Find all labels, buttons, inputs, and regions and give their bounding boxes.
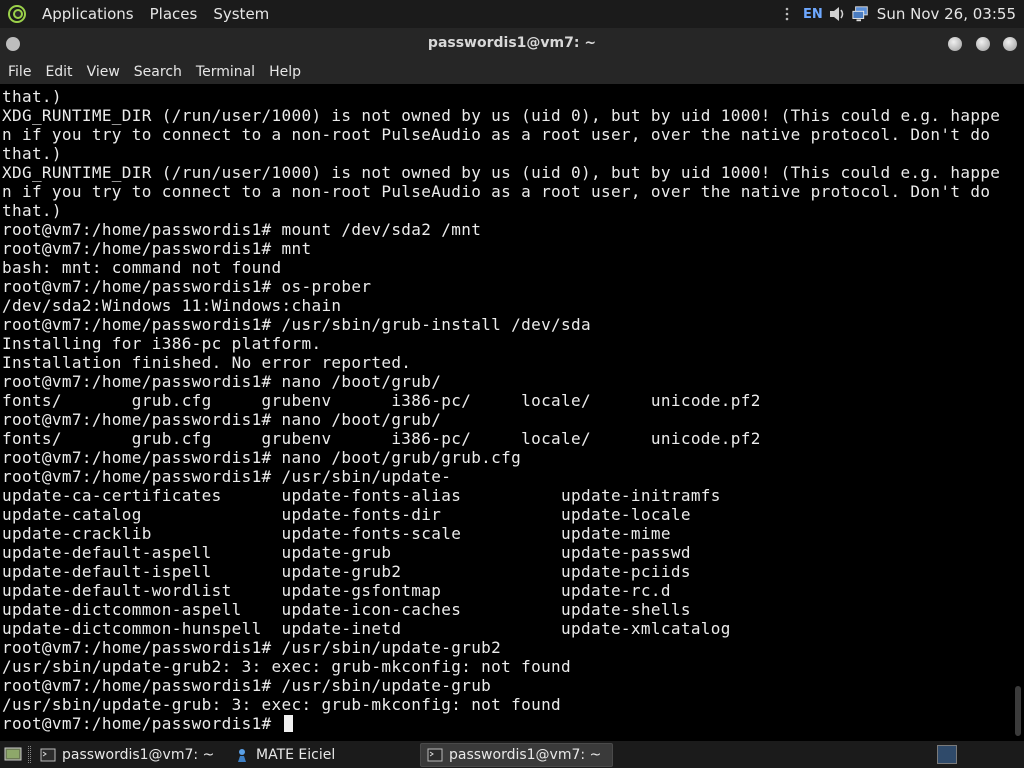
workspace-switcher-icon[interactable] xyxy=(937,745,957,764)
terminal-scrollbar[interactable] xyxy=(1012,84,1024,740)
terminal-menubar: File Edit View Search Terminal Help xyxy=(0,60,1024,84)
menu-file[interactable]: File xyxy=(0,60,38,84)
panel-separator xyxy=(28,746,31,763)
taskbar-item-label: passwordis1@vm7: ~ xyxy=(62,747,215,763)
terminal-line: XDG_RUNTIME_DIR (/run/user/1000) is not … xyxy=(2,163,1001,182)
terminal-line: n if you try to connect to a non-root Pu… xyxy=(2,182,991,201)
menu-view[interactable]: View xyxy=(80,60,127,84)
terminal-icon xyxy=(40,747,56,763)
clock[interactable]: Sun Nov 26, 03:55 xyxy=(877,5,1016,23)
terminal-line: root@vm7:/home/passwordis1# mount /dev/s… xyxy=(2,220,482,239)
terminal-line: root@vm7:/home/passwordis1# mnt xyxy=(2,239,312,258)
menu-help[interactable]: Help xyxy=(262,60,308,84)
applications-menu[interactable]: Applications xyxy=(34,0,142,28)
terminal-line: update-ca-certificates update-fonts-alia… xyxy=(2,486,721,505)
menu-search[interactable]: Search xyxy=(127,60,189,84)
terminal-line: Installation finished. No error reported… xyxy=(2,353,412,372)
menu-terminal[interactable]: Terminal xyxy=(189,60,262,84)
terminal-line: bash: mnt: command not found xyxy=(2,258,282,277)
terminal-line: /dev/sda2:Windows 11:Windows:chain xyxy=(2,296,342,315)
terminal-line: update-dictcommon-hunspell update-inetd … xyxy=(2,619,731,638)
terminal-line: root@vm7:/home/passwordis1# os-prober xyxy=(2,277,372,296)
terminal-cursor xyxy=(283,715,293,732)
network-icon[interactable] xyxy=(852,5,870,23)
terminal-line: that.) xyxy=(2,201,62,220)
show-desktop-icon[interactable] xyxy=(4,745,22,763)
terminal-line: update-catalog update-fonts-dir update-l… xyxy=(2,505,691,524)
terminal-line: update-cracklib update-fonts-scale updat… xyxy=(2,524,671,543)
taskbar-item-eiciel[interactable]: MATE Eiciel xyxy=(228,743,418,767)
places-menu[interactable]: Places xyxy=(142,0,206,28)
taskbar-item-label: passwordis1@vm7: ~ xyxy=(449,747,602,763)
terminal-line: root@vm7:/home/passwordis1# /usr/sbin/up… xyxy=(2,676,492,695)
terminal-line: update-default-ispell update-grub2 updat… xyxy=(2,562,691,581)
terminal-line: Installing for i386-pc platform. xyxy=(2,334,322,353)
taskbar-item-terminal-2[interactable]: passwordis1@vm7: ~ xyxy=(420,743,613,767)
workspace-switcher[interactable] xyxy=(960,745,1022,764)
terminal-line: fonts/ grub.cfg grubenv i386-pc/ locale/… xyxy=(2,429,761,448)
maximize-button[interactable] xyxy=(976,37,990,51)
taskbar-item-terminal-1[interactable]: passwordis1@vm7: ~ xyxy=(34,743,224,767)
close-button[interactable] xyxy=(1003,37,1017,51)
terminal-line: root@vm7:/home/passwordis1# /usr/sbin/up… xyxy=(2,638,502,657)
terminal-line: /usr/sbin/update-grub: 3: exec: grub-mkc… xyxy=(2,695,562,714)
terminal-line: update-default-aspell update-grub update… xyxy=(2,543,691,562)
terminal-prompt-line[interactable]: root@vm7:/home/passwordis1# xyxy=(2,714,1012,733)
keyboard-layout-indicator[interactable]: EN xyxy=(803,7,823,22)
menu-edit[interactable]: Edit xyxy=(38,60,79,84)
eiciel-icon xyxy=(234,747,250,763)
terminal-line: update-dictcommon-aspell update-icon-cac… xyxy=(2,600,691,619)
window-title: passwordis1@vm7: ~ xyxy=(427,35,597,51)
terminal-icon xyxy=(427,747,443,763)
terminal-line: that.) xyxy=(2,144,62,163)
volume-icon[interactable] xyxy=(828,5,846,23)
terminal-output[interactable]: that.) XDG_RUNTIME_DIR (/run/user/1000) i… xyxy=(0,84,1012,740)
scrollbar-thumb[interactable] xyxy=(1015,686,1021,736)
taskbar-item-label: MATE Eiciel xyxy=(256,747,336,763)
terminal-line: n if you try to connect to a non-root Pu… xyxy=(2,125,991,144)
terminal-prompt: root@vm7:/home/passwordis1# xyxy=(2,714,282,733)
top-panel: Applications Places System EN Sun Nov 26… xyxy=(0,0,1024,28)
tray-handle-icon xyxy=(778,5,796,23)
window-titlebar[interactable]: passwordis1@vm7: ~ xyxy=(0,28,1024,60)
terminal-line: fonts/ grub.cfg grubenv i386-pc/ locale/… xyxy=(2,391,761,410)
terminal-line: XDG_RUNTIME_DIR (/run/user/1000) is not … xyxy=(2,106,1001,125)
terminal-line: root@vm7:/home/passwordis1# nano /boot/g… xyxy=(2,372,442,391)
terminal-line: root@vm7:/home/passwordis1# /usr/sbin/up… xyxy=(2,467,452,486)
bottom-panel: passwordis1@vm7: ~ MATE Eiciel passwordi… xyxy=(0,741,1024,768)
tray: EN Sun Nov 26, 03:55 xyxy=(775,0,1024,28)
system-menu[interactable]: System xyxy=(205,0,277,28)
terminal-line: that.) xyxy=(2,87,62,106)
terminal-line: root@vm7:/home/passwordis1# /usr/sbin/gr… xyxy=(2,315,591,334)
terminal-line: /usr/sbin/update-grub2: 3: exec: grub-mk… xyxy=(2,657,572,676)
terminal-line: root@vm7:/home/passwordis1# nano /boot/g… xyxy=(2,448,522,467)
terminal-line: update-default-wordlist update-gsfontmap… xyxy=(2,581,671,600)
terminal-line: root@vm7:/home/passwordis1# nano /boot/g… xyxy=(2,410,442,429)
mate-logo-icon[interactable] xyxy=(6,3,28,25)
minimize-button[interactable] xyxy=(948,37,962,51)
